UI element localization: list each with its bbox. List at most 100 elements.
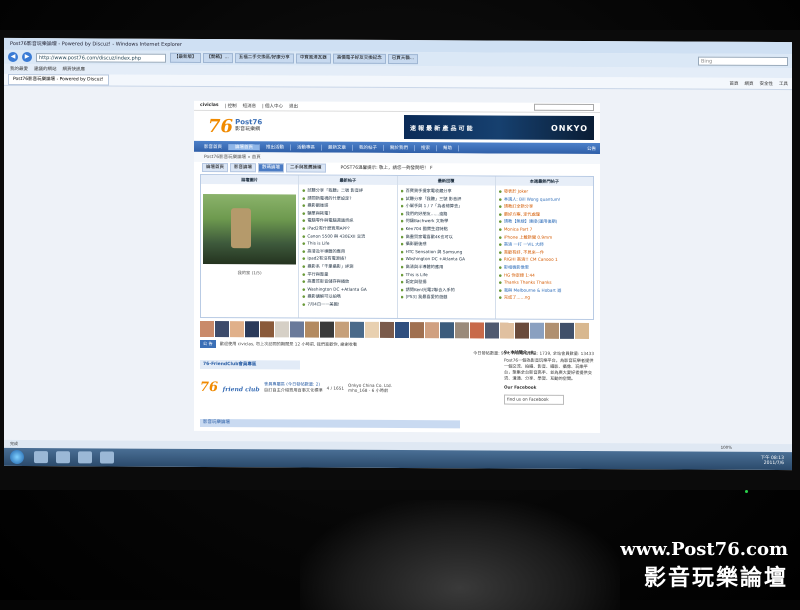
avatar[interactable] [500, 323, 514, 339]
avatar[interactable] [275, 321, 289, 337]
avatar[interactable] [440, 322, 454, 338]
home-button[interactable]: 首頁 [730, 80, 739, 86]
profile-link[interactable]: | 個人中心 [262, 103, 283, 109]
quick-tab[interactable]: 已買天貓... [388, 54, 418, 64]
explorer-taskbar-icon[interactable] [56, 451, 70, 463]
command-bar: 首頁 網頁 安全性 工具 [730, 80, 789, 86]
nav-item[interactable]: 影音首頁 [198, 143, 229, 149]
avatar[interactable] [230, 321, 244, 337]
avatar[interactable] [245, 321, 259, 337]
page-menu[interactable]: 網頁 [745, 80, 754, 86]
quick-tab[interactable]: 五福二手交換區/好康分享 [235, 53, 294, 63]
friendclub-heading: 76-FriendClub會員專區 [200, 360, 300, 370]
zoom-level[interactable]: 100% [721, 444, 732, 452]
nav-item[interactable]: 幫助 [437, 145, 459, 151]
friendclub-latest: Onkyo China Co. Ltd. mho_168 - 6 小時前 [348, 382, 392, 393]
avatar[interactable] [425, 322, 439, 338]
latest-author[interactable]: mho_168 - 6 小時前 [348, 387, 392, 393]
nav-item[interactable]: 搜索 [415, 145, 437, 151]
web-slice-link[interactable]: 網頁快訊庫 [63, 66, 86, 72]
avatar[interactable] [200, 321, 214, 337]
friendclub-logo[interactable]: 76 friend club [200, 379, 260, 394]
avatar[interactable] [320, 322, 334, 338]
browser-search-input[interactable]: Bing [698, 56, 788, 65]
avatar[interactable] [560, 323, 574, 339]
avatar[interactable] [470, 322, 484, 338]
new-replies-column: 最新回覆 百寶買手提家電收藏分享試聽分享「我聽」三號 影音評小幫手與 1 / 7… [398, 176, 496, 319]
list-item[interactable]: 完成了……ng [499, 294, 590, 302]
start-button[interactable] [10, 450, 24, 464]
nav-item[interactable]: 最新文章 [322, 144, 353, 150]
messages-link[interactable]: 短消息 [243, 103, 257, 109]
list-item[interactable]: 試聽分享「我聽」二號 影音評 [302, 186, 393, 194]
clock-date: 2011/7/6 [761, 461, 784, 466]
subtab-active[interactable]: 數碼論壇 [258, 163, 284, 172]
latest-title[interactable]: Onkyo China Co. Ltd. [348, 382, 392, 387]
site-search-input[interactable] [534, 104, 594, 111]
quick-tab[interactable]: 中寶風清瓦器 [296, 53, 331, 63]
avatar[interactable] [380, 322, 394, 338]
list-item[interactable]: 百寶買手提家電收藏分享 [401, 187, 492, 195]
tools-menu[interactable]: 工具 [779, 80, 788, 86]
avatar[interactable] [335, 322, 349, 338]
list-item[interactable]: 小幫手與 1 / 7「為者總算去」 [401, 202, 492, 210]
subtab[interactable]: 論壇首頁 [202, 162, 228, 171]
avatar[interactable] [290, 321, 304, 337]
nav-item[interactable]: 活動專區 [291, 144, 322, 150]
avatar[interactable] [545, 323, 559, 339]
featured-photo[interactable] [203, 194, 296, 264]
back-icon[interactable]: ◀ [8, 52, 18, 62]
app-taskbar-icon[interactable] [100, 451, 114, 463]
subtab[interactable]: 二手與推薦論壇 [286, 163, 326, 172]
intro-text: Post76一個為影音玩樂平台，為影音玩樂者提供一個交流、拍攝、影音、攝影、攝像… [504, 358, 594, 382]
username-link[interactable]: civiclas [200, 103, 219, 108]
nav-item[interactable]: 推出活動 [260, 144, 291, 150]
favorites-button[interactable]: 我的最愛 [10, 66, 28, 72]
forward-icon[interactable]: ▶ [22, 52, 32, 62]
control-link[interactable]: | 控制 [225, 103, 237, 109]
avatar[interactable] [305, 322, 319, 338]
logout-link[interactable]: 退出 [289, 103, 298, 109]
tab-current[interactable]: Post76影音玩樂論壇 - Powered by Discuz! [8, 74, 109, 86]
avatar[interactable] [410, 322, 424, 338]
list-item[interactable]: [PS3] 我最喜愛的遊戲 [401, 293, 492, 301]
list-item[interactable]: Ken704 國寶生涯特點 [401, 225, 492, 233]
ad-banner[interactable]: 速 報 最 新 產 品 可 能 ONKYO [404, 115, 594, 140]
quick-tab[interactable]: 【最新版】 [170, 53, 201, 63]
quick-tab[interactable]: 高價電子好友交換記念 [333, 54, 386, 64]
list-item[interactable]: 7月4日一一美國! [302, 300, 393, 308]
list-item[interactable]: 攝影系「千里攝影」評測 [302, 262, 393, 270]
suggested-sites-link[interactable]: 建議的網站 [34, 66, 57, 72]
media-taskbar-icon[interactable] [78, 451, 92, 463]
avatar[interactable] [395, 322, 409, 338]
nav-item-active[interactable]: 論壇首頁 [229, 144, 260, 150]
system-clock[interactable]: 下午 08:13 2011/7/6 [761, 456, 784, 466]
list-item[interactable]: Thanks Thanks Thanks [499, 279, 590, 287]
avatar[interactable] [485, 322, 499, 338]
avatar[interactable] [365, 322, 379, 338]
avatar[interactable] [575, 323, 589, 339]
quick-tab[interactable]: 【開箱】... [203, 53, 233, 63]
web-page: civiclas | 控制 短消息 | 個人中心 退出 76 Post76影音玩… [194, 101, 600, 433]
nav-item[interactable]: 關於我們 [384, 144, 415, 150]
nav-item[interactable]: 我的帖子 [353, 144, 384, 150]
member-avatars [200, 320, 594, 340]
ie-taskbar-icon[interactable] [34, 451, 48, 463]
avatar[interactable] [215, 321, 229, 337]
avatar[interactable] [260, 321, 274, 337]
avatar[interactable] [350, 322, 364, 338]
site-logo[interactable]: 76 [208, 116, 233, 137]
avatar[interactable] [530, 323, 544, 339]
list-item[interactable]: 高畫質影音儲存與播放 [302, 278, 393, 286]
quick-tabs: 【最新版】 【開箱】... 五福二手交換區/好康分享 中寶風清瓦器 高價電子好友… [170, 53, 694, 66]
url-input[interactable]: http://www.post76.com/discuz/index.php [36, 53, 166, 63]
notice-button[interactable]: 公 告 [200, 339, 216, 347]
avatar[interactable] [515, 323, 529, 339]
intro-title: 9+本站簡介+9 [504, 350, 594, 356]
safety-menu[interactable]: 安全性 [760, 80, 774, 86]
facebook-button[interactable]: find us on Facebook [504, 395, 564, 405]
watermark: www.Post76.com 影音玩樂論壇 [620, 539, 788, 592]
list-item[interactable]: iPad2有什麼實用APP? [302, 224, 393, 232]
subtab[interactable]: 影音論壇 [230, 163, 256, 172]
avatar[interactable] [455, 322, 469, 338]
